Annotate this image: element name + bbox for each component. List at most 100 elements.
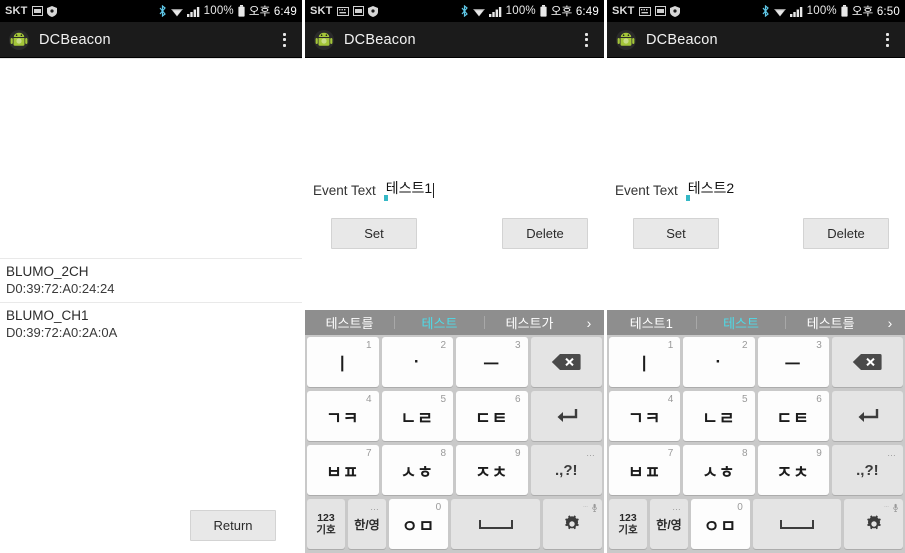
keyboard-row-1: ㅣ1 · 2 ㅡ3 [607, 335, 905, 389]
event-text-row: Event Text 테스트2 [615, 178, 897, 201]
device-list: BLUMO_2CH D0:39:72:A0:24:24 BLUMO_CH1 D0… [0, 258, 302, 346]
bluetooth-icon [761, 5, 770, 17]
event-text-field[interactable]: 테스트1 [386, 178, 596, 201]
symbols-key[interactable]: 123 기호 [609, 499, 647, 549]
korean-keyboard: 테스트를 테스트 테스트가 › ㅣ1 ·2 ㅡ3 ㄱㅋ4 ㄴㄹ5 ㄷㅌ6 [305, 310, 604, 553]
enter-icon[interactable] [530, 391, 602, 441]
key-g-k[interactable]: ㄱㅋ 4 [307, 391, 379, 441]
action-bar: DCBeacon [305, 22, 604, 58]
more-dots-icon: … [586, 448, 596, 458]
key-eu[interactable]: ㅡ3 [757, 337, 829, 387]
suggestion-bar: 테스트를 테스트 테스트가 › [305, 310, 604, 335]
set-button[interactable]: Set [331, 218, 417, 249]
wifi-icon [773, 6, 786, 17]
battery-level: 100% [203, 5, 234, 17]
key-ng-m[interactable]: ㅇㅁ 0 [691, 499, 750, 549]
microphone-icon: … [583, 501, 598, 519]
battery-level: 100% [505, 5, 536, 17]
event-text-value: 테스트2 [687, 180, 735, 196]
text-caret [433, 183, 435, 198]
sim-icon [654, 6, 666, 16]
app-title: DCBeacon [39, 31, 111, 48]
keyboard-row-4: 123 기호 한/영… ㅇㅁ 0 … [305, 497, 604, 553]
battery-icon [540, 5, 547, 17]
overflow-menu-icon[interactable] [576, 29, 596, 51]
android-robot-icon [615, 29, 637, 51]
key-j-ch[interactable]: ㅈㅊ 9 [757, 445, 829, 495]
delete-button[interactable]: Delete [502, 218, 588, 249]
backspace-icon[interactable] [831, 337, 903, 387]
overflow-menu-icon[interactable] [877, 29, 897, 51]
key-eu[interactable]: ㅡ3 [456, 337, 528, 387]
list-item[interactable]: BLUMO_CH1 D0:39:72:A0:2A:0A [0, 302, 302, 346]
event-text-field[interactable]: 테스트2 [688, 178, 897, 201]
keyboard-row-2: ㄱㅋ 4 ㄴㄹ 5 ㄷㅌ 6 [305, 389, 604, 443]
app-title: DCBeacon [646, 31, 718, 48]
key-i[interactable]: ㅣ1 [307, 337, 379, 387]
battery-icon [238, 5, 245, 17]
symbols-key[interactable]: 123 기호 [307, 499, 345, 549]
backspace-icon[interactable] [530, 337, 602, 387]
key-d-t[interactable]: ㄷㅌ 6 [456, 391, 528, 441]
return-button[interactable]: Return [190, 510, 276, 541]
key-b-p[interactable]: ㅂㅍ 7 [307, 445, 379, 495]
gear-icon[interactable]: … [542, 499, 602, 549]
key-s-h[interactable]: ㅅㅎ 8 [381, 445, 453, 495]
key-n-r[interactable]: ㄴㄹ 5 [381, 391, 453, 441]
key-j-ch[interactable]: ㅈㅊ 9 [456, 445, 528, 495]
chevron-right-icon[interactable]: › [574, 315, 604, 331]
more-dots-icon: … [370, 502, 380, 512]
suggestion-2[interactable]: 테스트를 [786, 313, 875, 332]
keyboard-row-2: ㄱㅋ 4 ㄴㄹ 5 ㄷㅌ 6 [607, 389, 905, 443]
signal-icon [789, 6, 803, 17]
status-bar: SKT 100% 오후 6:49 [305, 0, 604, 22]
svg-text:…: … [583, 503, 588, 509]
language-toggle-key[interactable]: 한/영… [348, 499, 386, 549]
keyboard-row-1: ㅣ1 · 2 ㅡ3 [305, 335, 604, 389]
gear-icon[interactable]: … [844, 499, 903, 549]
clock-label: 오후 6:49 [550, 6, 599, 18]
app-title: DCBeacon [344, 31, 416, 48]
overflow-menu-icon[interactable] [274, 29, 294, 51]
space-icon[interactable] [451, 499, 540, 549]
device-mac: D0:39:72:A0:2A:0A [6, 325, 118, 340]
panel-device-list: SKT 100% 오후 6:49 DCBeacon BLUMO_2CH D0:3… [0, 0, 302, 553]
set-button[interactable]: Set [633, 218, 719, 249]
punctuation-key[interactable]: .,?!… [831, 445, 903, 495]
suggestion-0[interactable]: 테스트1 [607, 313, 696, 332]
space-icon[interactable] [752, 499, 842, 549]
android-robot-icon [313, 29, 335, 51]
key-dot[interactable]: · 2 [381, 337, 453, 387]
suggestion-bar: 테스트1 테스트 테스트를 › [607, 310, 905, 335]
key-i[interactable]: ㅣ1 [609, 337, 681, 387]
action-bar: DCBeacon [607, 22, 905, 58]
key-g-k[interactable]: ㄱㅋ 4 [609, 391, 681, 441]
key-s-h[interactable]: ㅅㅎ 8 [683, 445, 755, 495]
enter-icon[interactable] [831, 391, 903, 441]
device-mac: D0:39:72:A0:24:24 [6, 281, 115, 296]
microphone-icon: … [884, 501, 899, 519]
list-item[interactable]: BLUMO_2CH D0:39:72:A0:24:24 [0, 258, 302, 302]
more-dots-icon: … [672, 502, 682, 512]
panel-event-text-1: SKT 100% 오후 6:49 DCBeacon Event Text 테스트… [305, 0, 604, 553]
key-ng-m[interactable]: ㅇㅁ 0 [389, 499, 449, 549]
clock-label: 오후 6:50 [851, 6, 900, 18]
key-d-t[interactable]: ㄷㅌ 6 [757, 391, 829, 441]
device-name: BLUMO_2CH [6, 264, 89, 279]
suggestion-1[interactable]: 테스트 [395, 313, 484, 332]
delete-button[interactable]: Delete [803, 218, 889, 249]
language-toggle-key[interactable]: 한/영… [650, 499, 688, 549]
keyboard-row-4: 123 기호 한/영… ㅇㅁ 0 … [607, 497, 905, 553]
key-b-p[interactable]: ㅂㅍ 7 [609, 445, 681, 495]
clock-label: 오후 6:49 [248, 6, 297, 18]
key-dot[interactable]: · 2 [683, 337, 755, 387]
panel-event-text-2: SKT 100% 오후 6:50 DCBeacon Event Text 테스트… [607, 0, 905, 553]
suggestion-1[interactable]: 테스트 [697, 313, 786, 332]
wifi-icon [170, 6, 183, 17]
suggestion-0[interactable]: 테스트를 [305, 313, 394, 332]
punctuation-key[interactable]: .,?!… [530, 445, 602, 495]
key-n-r[interactable]: ㄴㄹ 5 [683, 391, 755, 441]
action-bar: DCBeacon [0, 22, 302, 58]
chevron-right-icon[interactable]: › [875, 315, 905, 331]
suggestion-2[interactable]: 테스트가 [485, 313, 574, 332]
